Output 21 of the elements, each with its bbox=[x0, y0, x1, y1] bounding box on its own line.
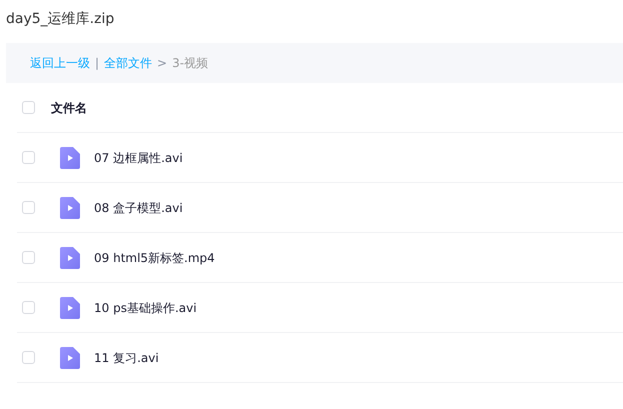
checkbox[interactable] bbox=[22, 151, 35, 164]
file-name[interactable]: 10 ps基础操作.avi bbox=[94, 298, 197, 316]
video-file-icon bbox=[60, 146, 80, 168]
checkbox[interactable] bbox=[22, 201, 35, 214]
checkbox[interactable] bbox=[22, 301, 35, 314]
current-folder: 3-视频 bbox=[172, 55, 208, 72]
breadcrumb-separator: > bbox=[157, 55, 168, 72]
breadcrumb-divider: | bbox=[95, 55, 100, 72]
checkbox[interactable] bbox=[22, 351, 35, 364]
checkbox[interactable] bbox=[22, 101, 35, 114]
video-file-icon bbox=[60, 346, 80, 368]
column-header: 文件名 bbox=[51, 100, 87, 116]
video-file-icon bbox=[60, 196, 80, 218]
archive-title: day5_运维库.zip bbox=[5, 10, 116, 29]
checkbox[interactable] bbox=[22, 251, 35, 264]
file-name[interactable]: 07 边框属性.avi bbox=[94, 148, 183, 166]
file-name[interactable]: 11 复习.avi bbox=[94, 348, 159, 366]
file-name[interactable]: 08 盒子模型.avi bbox=[94, 198, 183, 216]
video-file-icon bbox=[60, 246, 80, 268]
file-name[interactable]: 09 html5新标签.mp4 bbox=[94, 248, 215, 266]
video-file-icon bbox=[60, 296, 80, 318]
